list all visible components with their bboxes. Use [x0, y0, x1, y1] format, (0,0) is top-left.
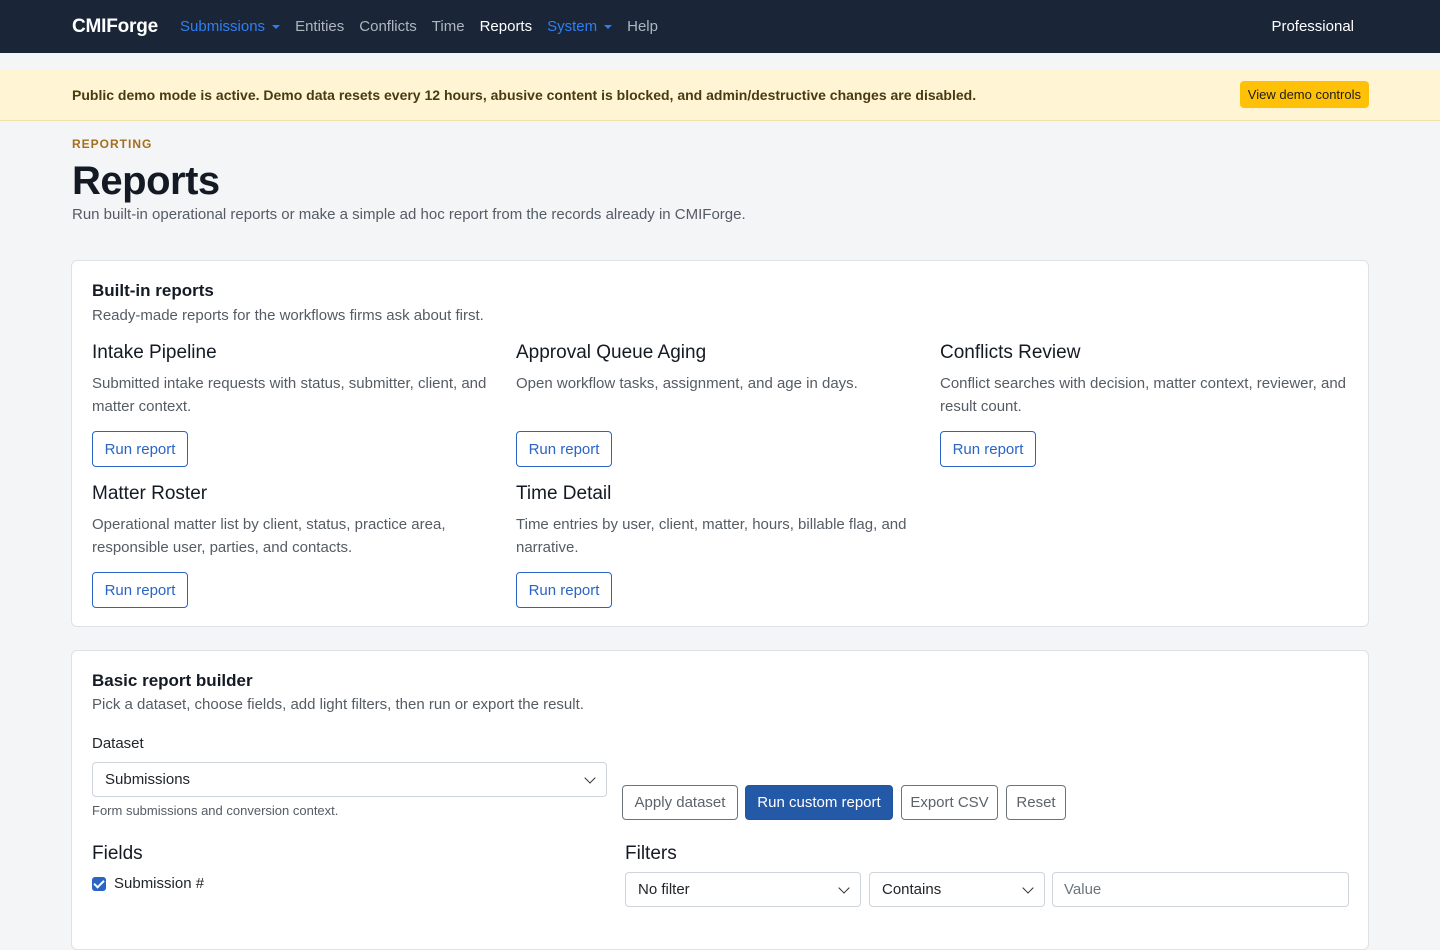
view-demo-controls-button[interactable]: View demo controls [1239, 81, 1369, 108]
chevron-down-icon [1022, 881, 1034, 894]
page-subtitle: Run built-in operational reports or make… [72, 206, 746, 223]
report-name: Time Detail [516, 483, 612, 504]
run-report-button[interactable]: Run report [516, 431, 612, 467]
filter-field-value: No filter [638, 881, 690, 898]
demo-banner-text: Public demo mode is active. Demo data re… [72, 86, 977, 103]
card-subtitle: Ready-made reports for the workflows fir… [92, 307, 484, 324]
fields-title: Fields [92, 843, 143, 864]
chevron-down-icon [838, 881, 850, 894]
nav-item-label: Submissions [180, 18, 266, 35]
card-subtitle: Pick a dataset, choose fields, add light… [92, 696, 584, 713]
field-label: Submission # [114, 875, 205, 892]
run-report-button[interactable]: Run report [92, 431, 188, 467]
dataset-select-value: Submissions [105, 771, 191, 788]
dataset-help-text: Form submissions and conversion context. [92, 803, 339, 818]
page-title: Reports [72, 159, 220, 203]
report-conflicts-review: Conflicts Review Conflict searches with … [940, 342, 1350, 467]
filter-value-placeholder: Value [1064, 881, 1102, 898]
nav-item-label: Conflicts [359, 18, 417, 35]
brand-logo[interactable]: CMIForge [72, 16, 158, 38]
demo-banner: Public demo mode is active. Demo data re… [0, 69, 1440, 121]
card-title: Built-in reports [92, 281, 214, 300]
report-name: Conflicts Review [940, 342, 1081, 363]
nav-item-time[interactable]: Time [432, 18, 465, 35]
report-approval-queue-aging: Approval Queue Aging Open workflow tasks… [516, 342, 916, 467]
filter-operator-select[interactable]: Contains [869, 872, 1045, 907]
dataset-select[interactable]: Submissions [92, 762, 607, 797]
dataset-label: Dataset [92, 735, 144, 752]
run-report-button[interactable]: Run report [940, 431, 1036, 467]
section-eyebrow: REPORTING [72, 137, 153, 151]
report-name: Matter Roster [92, 483, 208, 504]
report-builder-card: Basic report builder Pick a dataset, cho… [71, 650, 1369, 950]
nav-item-conflicts[interactable]: Conflicts [359, 18, 417, 35]
nav-item-submissions[interactable]: Submissions [180, 18, 281, 35]
filters-title: Filters [625, 843, 677, 864]
filter-field-select[interactable]: No filter [625, 872, 861, 907]
run-report-button[interactable]: Run report [92, 572, 188, 608]
filter-value-input[interactable]: Value [1052, 872, 1349, 907]
report-intake-pipeline: Intake Pipeline Submitted intake request… [92, 342, 492, 467]
report-time-detail: Time Detail Time entries by user, client… [516, 483, 916, 608]
reset-button[interactable]: Reset [1006, 785, 1066, 820]
run-report-button[interactable]: Run report [516, 572, 612, 608]
report-name: Approval Queue Aging [516, 342, 707, 363]
page-header: REPORTING Reports Run built-in operation… [72, 137, 746, 223]
nav-item-reports[interactable]: Reports [480, 18, 533, 35]
filter-operator-value: Contains [882, 881, 942, 898]
report-description: Operational matter list by client, statu… [92, 516, 446, 556]
card-title: Basic report builder [92, 671, 253, 690]
chevron-down-icon [604, 25, 613, 29]
nav-item-label: Reports [479, 18, 533, 35]
apply-dataset-button[interactable]: Apply dataset [622, 785, 738, 820]
chevron-down-icon [272, 25, 281, 29]
report-matter-roster: Matter Roster Operational matter list by… [92, 483, 492, 608]
nav-item-label: System [547, 18, 598, 35]
report-name: Intake Pipeline [92, 342, 217, 363]
field-checkbox-submission-number[interactable]: Submission # [92, 875, 204, 892]
nav-menu: Submissions Entities Conflicts Time Repo… [180, 18, 1271, 35]
plan-label[interactable]: Professional [1271, 18, 1354, 35]
export-csv-button[interactable]: Export CSV [901, 785, 998, 820]
report-description: Time entries by user, client, matter, ho… [516, 516, 907, 556]
report-description: Open workflow tasks, assignment, and age… [516, 375, 858, 392]
nav-item-label: Time [431, 18, 465, 35]
checkbox-checked-icon[interactable] [92, 876, 106, 891]
chevron-down-icon [584, 771, 596, 784]
nav-item-label: Entities [295, 18, 345, 35]
report-description: Submitted intake requests with status, s… [92, 375, 487, 415]
top-navbar: CMIForge Submissions Entities Conflicts … [0, 0, 1440, 53]
built-in-reports-card: Built-in reports Ready-made reports for … [71, 260, 1369, 627]
nav-item-entities[interactable]: Entities [295, 18, 344, 35]
nav-item-help[interactable]: Help [627, 18, 658, 35]
nav-item-label: Help [627, 18, 658, 35]
report-description: Conflict searches with decision, matter … [940, 375, 1347, 415]
run-custom-report-button[interactable]: Run custom report [745, 785, 893, 820]
nav-item-system[interactable]: System [547, 18, 613, 35]
